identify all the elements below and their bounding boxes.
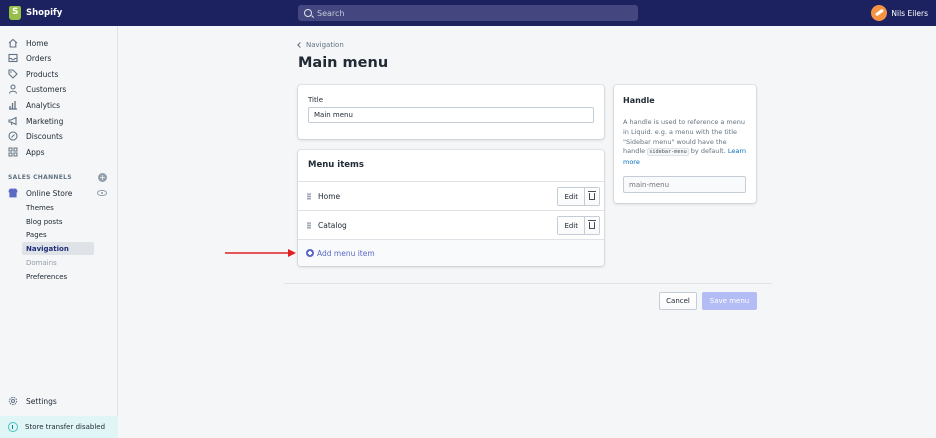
menu-item-label: Catalog (318, 221, 347, 230)
person-icon (8, 84, 18, 94)
eye-icon[interactable] (97, 190, 107, 196)
apps-icon (8, 147, 18, 157)
plus-circle-icon (306, 249, 314, 257)
search-bar[interactable] (298, 5, 638, 21)
menu-item-actions: Edit (557, 216, 600, 235)
sidebar-item-orders[interactable]: Orders (0, 51, 118, 65)
gear-icon (8, 396, 18, 406)
store-transfer-label: Store transfer disabled (25, 423, 106, 431)
cancel-button[interactable]: Cancel (659, 292, 697, 310)
avatar (871, 5, 888, 21)
sidebar-subitem-domains[interactable]: Domains (22, 256, 94, 269)
handle-card: Handle A handle is used to reference a m… (614, 85, 756, 203)
sidebar-subitem-pages[interactable]: Pages (22, 228, 94, 241)
title-field-label: Title (308, 96, 324, 104)
menu-item-row: Catalog Edit (298, 210, 604, 239)
sidebar-subitem-preferences[interactable]: Preferences (22, 270, 94, 283)
store-icon (8, 188, 18, 198)
search-icon (304, 9, 312, 17)
sidebar-item-label: Settings (26, 396, 57, 406)
shopify-logo-icon (9, 6, 21, 20)
handle-title: Handle (623, 96, 655, 105)
sidebar-item-label: Analytics (26, 100, 61, 110)
handle-input[interactable] (623, 176, 746, 193)
menu-items-heading: Menu items (308, 160, 364, 170)
add-menu-item-button[interactable]: Add menu item (298, 239, 604, 266)
chart-icon (8, 100, 18, 110)
info-icon (8, 422, 18, 432)
breadcrumb[interactable]: Navigation (297, 41, 344, 49)
brand[interactable]: Shopify (9, 6, 289, 20)
search-input[interactable] (317, 8, 617, 18)
sidebar-item-marketing[interactable]: Marketing (0, 114, 118, 128)
drag-handle-icon[interactable] (307, 222, 311, 229)
menu-item-label: Home (318, 192, 341, 201)
sidebar-item-home[interactable]: Home (0, 36, 118, 50)
add-menu-item-label: Add menu item (317, 248, 375, 258)
page-title: Main menu (298, 55, 389, 71)
edit-button[interactable]: Edit (558, 188, 585, 205)
discount-icon (8, 131, 18, 141)
drag-handle-icon[interactable] (307, 193, 311, 200)
menu-items-card: Menu items Home Edit Catalog Edit Add me… (298, 150, 604, 266)
menu-item-actions: Edit (557, 187, 600, 206)
sidebar-item-customers[interactable]: Customers (0, 82, 118, 96)
breadcrumb-label: Navigation (306, 41, 344, 49)
add-sales-channel-icon[interactable]: + (98, 173, 107, 182)
chevron-left-icon (297, 42, 303, 48)
handle-description: A handle is used to reference a menu in … (623, 118, 749, 168)
store-transfer-banner: Store transfer disabled (0, 416, 118, 438)
tag-icon (8, 69, 18, 79)
delete-button[interactable] (585, 217, 599, 234)
user-name: Nils Eilers (891, 8, 928, 18)
divider (284, 283, 772, 284)
handle-code-sample: sidebar-menu (647, 148, 689, 157)
title-input[interactable] (308, 107, 594, 123)
save-menu-button[interactable]: Save menu (702, 292, 757, 310)
sidebar-item-label: Online Store (26, 188, 73, 198)
sidebar-subitem-blog-posts[interactable]: Blog posts (22, 215, 94, 228)
sidebar-item-analytics[interactable]: Analytics (0, 98, 118, 112)
brand-name: Shopify (26, 8, 63, 18)
sidebar-item-label: Discounts (26, 131, 63, 141)
sidebar-item-settings[interactable]: Settings (0, 394, 118, 408)
sidebar-item-label: Marketing (26, 116, 64, 126)
top-bar: Shopify Nils Eilers (0, 0, 936, 26)
trash-icon (588, 191, 596, 200)
sidebar-item-label: Home (26, 38, 49, 48)
menu-item-row: Home Edit (298, 181, 604, 210)
home-icon (8, 38, 18, 48)
sidebar-item-label: Orders (26, 53, 52, 63)
sidebar-subitem-navigation[interactable]: Navigation (22, 242, 94, 255)
megaphone-icon (8, 116, 18, 126)
sidebar-item-discounts[interactable]: Discounts (0, 129, 118, 143)
sidebar-subitem-themes[interactable]: Themes (22, 201, 94, 214)
sidebar-item-label: Customers (26, 84, 67, 94)
user-menu[interactable]: Nils Eilers (871, 5, 928, 21)
sidebar-item-label: Apps (26, 147, 45, 157)
sales-channels-label: SALES CHANNELS (8, 174, 72, 181)
sidebar: Home Orders Products Customers Analytics… (0, 26, 118, 438)
handle-desc-text: by default. (688, 147, 728, 156)
title-card: Title (298, 85, 604, 139)
orders-icon (8, 53, 18, 63)
annotation-arrow (225, 249, 296, 257)
sidebar-item-label: Products (26, 69, 59, 79)
trash-icon (588, 220, 596, 229)
edit-button[interactable]: Edit (558, 217, 585, 234)
sidebar-item-apps[interactable]: Apps (0, 145, 118, 159)
sidebar-item-products[interactable]: Products (0, 67, 118, 81)
delete-button[interactable] (585, 188, 599, 205)
